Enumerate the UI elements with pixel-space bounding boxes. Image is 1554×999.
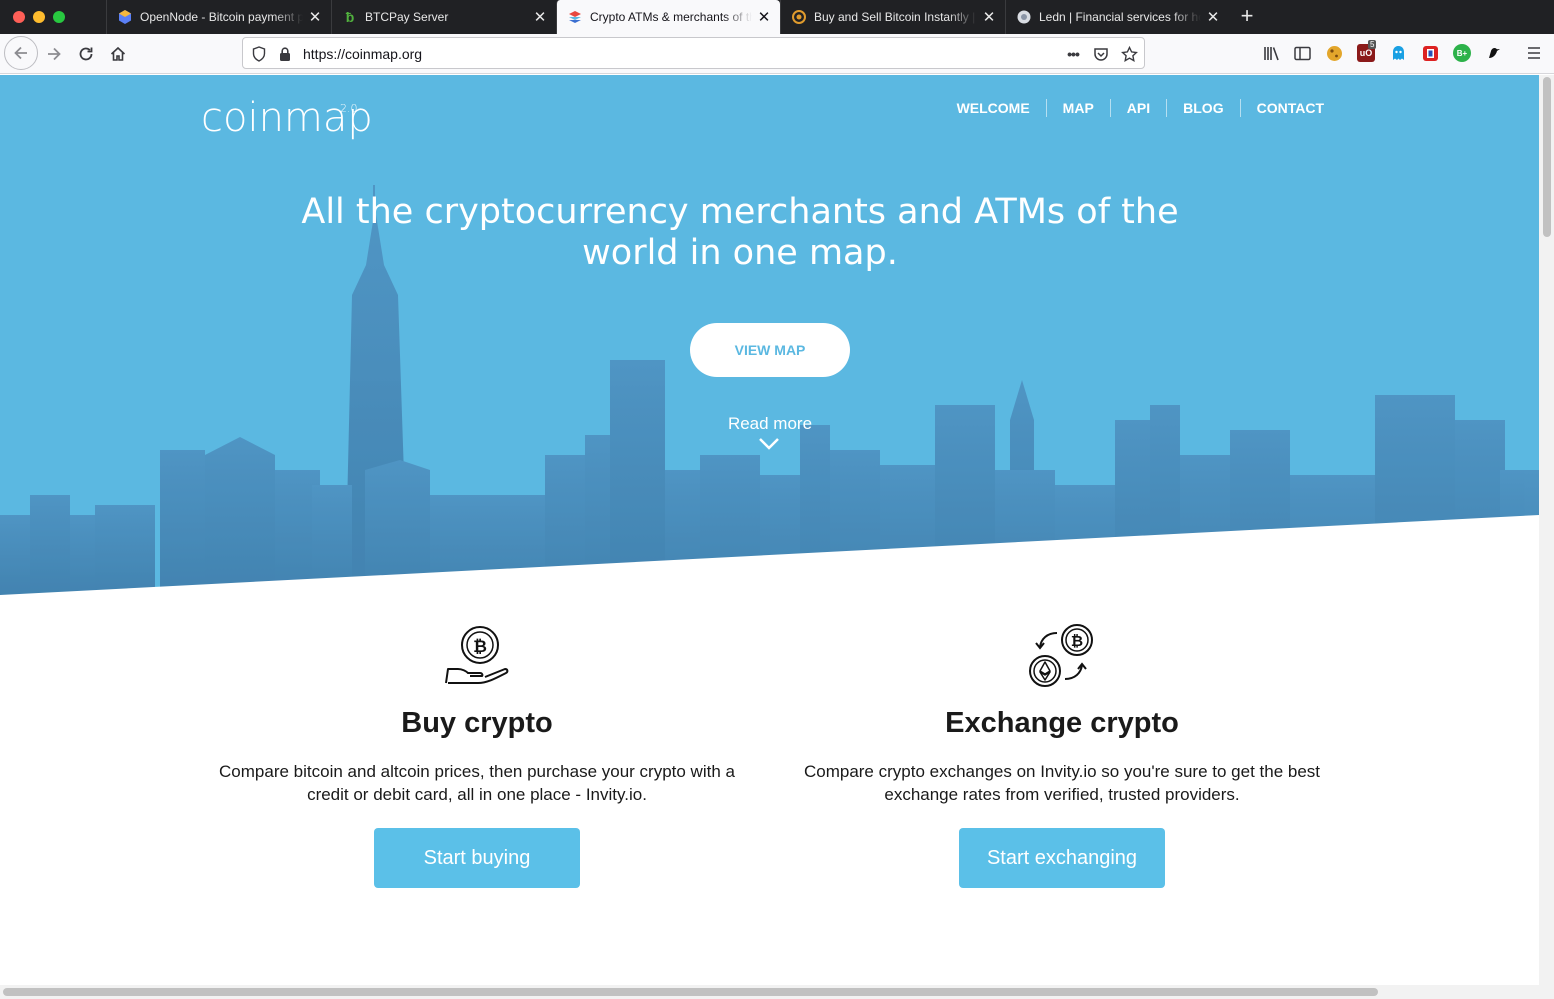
url-bar[interactable]: https://coinmap.org ••• [242, 37, 1145, 69]
tab-exchange[interactable]: Buy and Sell Bitcoin Instantly | E ✕ [780, 0, 1005, 34]
close-tab-icon[interactable]: ✕ [307, 8, 323, 26]
horizontal-scrollbar-thumb[interactable] [3, 988, 1378, 996]
tab-coinmap[interactable]: Crypto ATMs & merchants of th ✕ [556, 0, 780, 34]
close-tab-icon[interactable]: ✕ [1205, 8, 1221, 26]
coinmap-icon [567, 9, 583, 25]
feature-description: Compare crypto exchanges on Invity.io so… [803, 762, 1321, 804]
site-nav: WELCOME MAP API BLOG CONTACT [941, 99, 1340, 117]
ghostery-icon[interactable] [1389, 44, 1407, 62]
extension-red-icon[interactable] [1421, 44, 1439, 62]
back-button[interactable] [4, 36, 38, 70]
view-map-button[interactable]: VIEW MAP [690, 323, 850, 377]
feature-description: Compare bitcoin and altcoin prices, then… [219, 762, 735, 804]
vertical-scrollbar-thumb[interactable] [1543, 77, 1551, 237]
new-tab-button[interactable]: + [1236, 3, 1258, 29]
nav-contact[interactable]: CONTACT [1239, 99, 1340, 117]
bitcoin-hand-icon: ₿ [445, 626, 509, 684]
ublock-badge: 5 [1368, 40, 1377, 49]
pocket-icon[interactable] [1091, 44, 1111, 64]
start-exchanging-button[interactable]: Start exchanging [959, 828, 1165, 888]
tab-title: OpenNode - Bitcoin payment pr [140, 10, 303, 24]
zoom-window-button[interactable] [53, 11, 65, 23]
forward-button[interactable] [38, 38, 70, 70]
feature-title: Exchange crypto [945, 707, 1179, 739]
nav-blog[interactable]: BLOG [1166, 99, 1239, 117]
close-tab-icon[interactable]: ✕ [756, 8, 772, 26]
home-icon [110, 46, 126, 61]
hero-headline: All the cryptocurrency merchants and ATM… [301, 192, 1179, 273]
hero-section: coinmap 2.0 WELCOME MAP API BLOG CONTACT … [0, 75, 1539, 595]
ledn-icon [1016, 9, 1032, 25]
close-tab-icon[interactable]: ✕ [981, 8, 997, 26]
svg-text:₿: ₿ [473, 637, 487, 657]
forward-arrow-icon [48, 47, 61, 61]
feature-buy-crypto: ₿ Buy crypto Compare bitcoin and altcoin… [217, 623, 737, 888]
exchange-icon [791, 9, 807, 25]
library-icon[interactable] [1262, 44, 1280, 62]
tab-ledn[interactable]: Ledn | Financial services for hol ✕ [1005, 0, 1229, 34]
tab-opennode[interactable]: OpenNode - Bitcoin payment pr ✕ [106, 0, 331, 34]
feature-title: Buy crypto [401, 707, 553, 739]
tab-title: Ledn | Financial services for hol [1039, 10, 1201, 24]
close-window-button[interactable] [13, 11, 25, 23]
extension-green-icon[interactable]: B+ [1453, 44, 1471, 62]
nav-map[interactable]: MAP [1045, 99, 1110, 117]
chevron-down-icon[interactable] [758, 437, 780, 451]
reload-icon [79, 47, 93, 61]
reload-button[interactable] [70, 38, 102, 70]
back-arrow-icon [14, 46, 27, 60]
tab-bar: OpenNode - Bitcoin payment pr ✕ ƀ BTCPay… [0, 0, 1554, 34]
tab-btcpay[interactable]: ƀ BTCPay Server ✕ [331, 0, 556, 34]
svg-text:₿: ₿ [1071, 632, 1083, 650]
page-actions-icon[interactable]: ••• [1063, 44, 1083, 64]
feature-exchange-crypto: ₿ Exchange crypto Compare crypto exchang… [802, 623, 1322, 888]
start-buying-button[interactable]: Start buying [374, 828, 580, 888]
btcpay-icon: ƀ [345, 9, 355, 25]
logo-version: 2.0 [340, 102, 358, 115]
minimize-window-button[interactable] [33, 11, 45, 23]
tab-title: BTCPay Server [365, 10, 449, 24]
close-tab-icon[interactable]: ✕ [532, 8, 548, 26]
web-page: coinmap 2.0 WELCOME MAP API BLOG CONTACT … [0, 75, 1539, 985]
home-button[interactable] [102, 38, 134, 70]
bookmark-star-icon[interactable] [1119, 44, 1139, 64]
navigation-toolbar: https://coinmap.org ••• uO 5 B+ [0, 34, 1554, 74]
hamburger-menu-icon[interactable] [1525, 44, 1543, 62]
nav-welcome[interactable]: WELCOME [941, 99, 1046, 117]
nav-api[interactable]: API [1109, 99, 1166, 117]
crypto-exchange-icon: ₿ [1029, 624, 1093, 687]
shield-icon[interactable] [249, 44, 269, 64]
tab-title: Crypto ATMs & merchants of th [590, 10, 752, 24]
coinmap-logo[interactable]: coinmap 2.0 [201, 95, 373, 141]
extension-cookie-icon[interactable] [1325, 44, 1343, 62]
tab-title: Buy and Sell Bitcoin Instantly | E [814, 10, 977, 24]
read-more-link[interactable]: Read more [700, 414, 840, 434]
extension-bird-icon[interactable] [1485, 44, 1503, 62]
url-text: https://coinmap.org [303, 46, 423, 62]
opennode-icon [117, 9, 133, 25]
lock-icon[interactable] [275, 44, 295, 64]
sidebar-icon[interactable] [1293, 44, 1311, 62]
